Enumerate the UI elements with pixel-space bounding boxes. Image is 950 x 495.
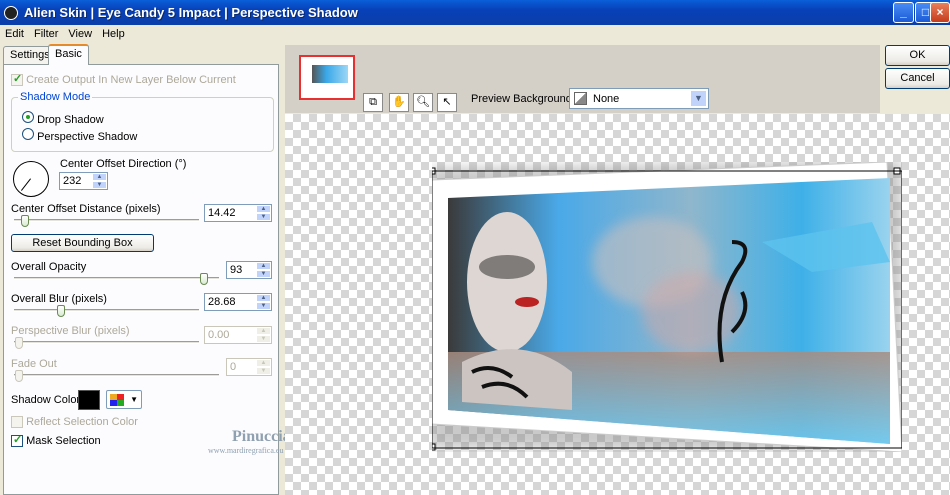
perspective-shadow-label: Perspective Shadow xyxy=(37,131,138,143)
drop-shadow-option[interactable]: Drop Shadow xyxy=(22,111,104,126)
overall-opacity-thumb[interactable] xyxy=(200,273,208,285)
overall-opacity-label: Overall Opacity xyxy=(11,261,87,273)
preview-background-label: Preview Background: xyxy=(471,93,575,105)
pointer-tool-icon[interactable]: ↖ xyxy=(437,93,457,112)
reset-bounding-box-button[interactable]: Reset Bounding Box xyxy=(11,234,154,252)
minimize-button[interactable]: _ xyxy=(893,2,914,23)
create-output-checkbox[interactable] xyxy=(11,72,23,87)
dial-needle xyxy=(20,178,31,191)
shadow-color-label: Shadow Color xyxy=(11,394,81,406)
thumbnail-image xyxy=(312,65,348,83)
reflect-selection-label: Reflect Selection Color xyxy=(26,416,138,428)
perspective-blur-input[interactable]: 0.00 ▲ ▼ xyxy=(204,326,272,344)
reflect-selection-row[interactable]: Reflect Selection Color xyxy=(11,416,138,429)
perspective-shadow-option[interactable]: Perspective Shadow xyxy=(22,128,137,143)
overall-blur-track[interactable] xyxy=(14,309,199,312)
preview-background-select[interactable]: None ▼ xyxy=(569,88,709,109)
fade-out-track[interactable] xyxy=(14,374,219,377)
perspective-blur-thumb[interactable] xyxy=(15,337,23,349)
center-offset-direction-label: Center Offset Direction (°) xyxy=(60,158,187,170)
center-offset-distance-track[interactable] xyxy=(14,219,199,222)
create-output-label: Create Output In New Layer Below Current xyxy=(26,74,236,86)
cancel-button[interactable]: Cancel xyxy=(885,68,950,89)
shadow-mode-group: Shadow Mode Drop Shadow Perspective Shad… xyxy=(11,91,274,152)
ok-button[interactable]: OK xyxy=(885,45,950,66)
fade-out-thumb[interactable] xyxy=(15,370,23,382)
zoom-tool-icon[interactable]: 🔍︎ xyxy=(413,93,433,112)
center-offset-distance-thumb[interactable] xyxy=(21,215,29,227)
reflect-selection-checkbox[interactable] xyxy=(11,416,23,429)
chevron-down-icon[interactable]: ▼ xyxy=(690,90,707,107)
drop-shadow-label: Drop Shadow xyxy=(37,114,104,126)
chevron-down-icon: ▼ xyxy=(130,395,138,404)
overall-opacity-track[interactable] xyxy=(14,277,219,280)
overall-opacity-input[interactable]: 93 ▲ ▼ xyxy=(226,261,272,279)
mask-selection-label: Mask Selection xyxy=(26,435,101,447)
tab-basic[interactable]: Basic xyxy=(48,44,89,65)
menu-bar: Edit Filter View Help xyxy=(0,25,950,43)
overall-blur-thumb[interactable] xyxy=(57,305,65,317)
center-offset-distance-input[interactable]: 14.42 ▲ ▼ xyxy=(204,204,272,222)
menu-help[interactable]: Help xyxy=(97,28,130,40)
navigator-thumbnail[interactable] xyxy=(299,55,355,100)
spin-arrows[interactable]: ▲ ▼ xyxy=(92,173,107,189)
mask-selection-checkbox[interactable] xyxy=(11,433,23,448)
perspective-blur-track[interactable] xyxy=(14,341,199,344)
color-palette-button[interactable]: ▼ xyxy=(106,390,142,409)
close-button[interactable]: × xyxy=(930,2,950,23)
palette-icon xyxy=(110,394,124,406)
app-icon[interactable] xyxy=(4,5,18,20)
perspective-shadow-radio[interactable] xyxy=(22,128,34,140)
create-output-row[interactable]: Create Output In New Layer Below Current xyxy=(11,72,236,87)
background-swatch-icon xyxy=(574,92,587,105)
direction-dial[interactable] xyxy=(13,161,49,197)
overall-blur-input[interactable]: 28.68 ▲ ▼ xyxy=(204,293,272,311)
center-offset-distance-label: Center Offset Distance (pixels) xyxy=(11,203,161,215)
watermark: Pinuccia www.mardiregrafica.eu xyxy=(208,428,291,455)
compare-tool-icon[interactable]: ⧉ xyxy=(363,93,383,112)
menu-filter[interactable]: Filter xyxy=(29,28,63,40)
shadow-mode-legend: Shadow Mode xyxy=(18,91,93,103)
hand-tool-icon[interactable]: ✋ xyxy=(389,93,409,112)
perspective-blur-label: Perspective Blur (pixels) xyxy=(11,325,130,337)
menu-edit[interactable]: Edit xyxy=(0,28,29,40)
fade-out-label: Fade Out xyxy=(11,358,57,370)
drop-shadow-radio[interactable] xyxy=(22,111,34,123)
mask-selection-row[interactable]: Mask Selection xyxy=(11,433,101,448)
overall-blur-label: Overall Blur (pixels) xyxy=(11,293,107,305)
fade-out-input[interactable]: 0 ▲ ▼ xyxy=(226,358,272,376)
shadow-color-swatch[interactable] xyxy=(78,390,100,410)
window-title: Alien Skin | Eye Candy 5 Impact | Perspe… xyxy=(24,5,358,20)
preview-image[interactable] xyxy=(432,162,902,452)
title-bar: Alien Skin | Eye Candy 5 Impact | Perspe… xyxy=(0,0,950,25)
center-offset-direction-input[interactable]: 232 ▲ ▼ xyxy=(59,172,108,190)
menu-view[interactable]: View xyxy=(63,28,97,40)
